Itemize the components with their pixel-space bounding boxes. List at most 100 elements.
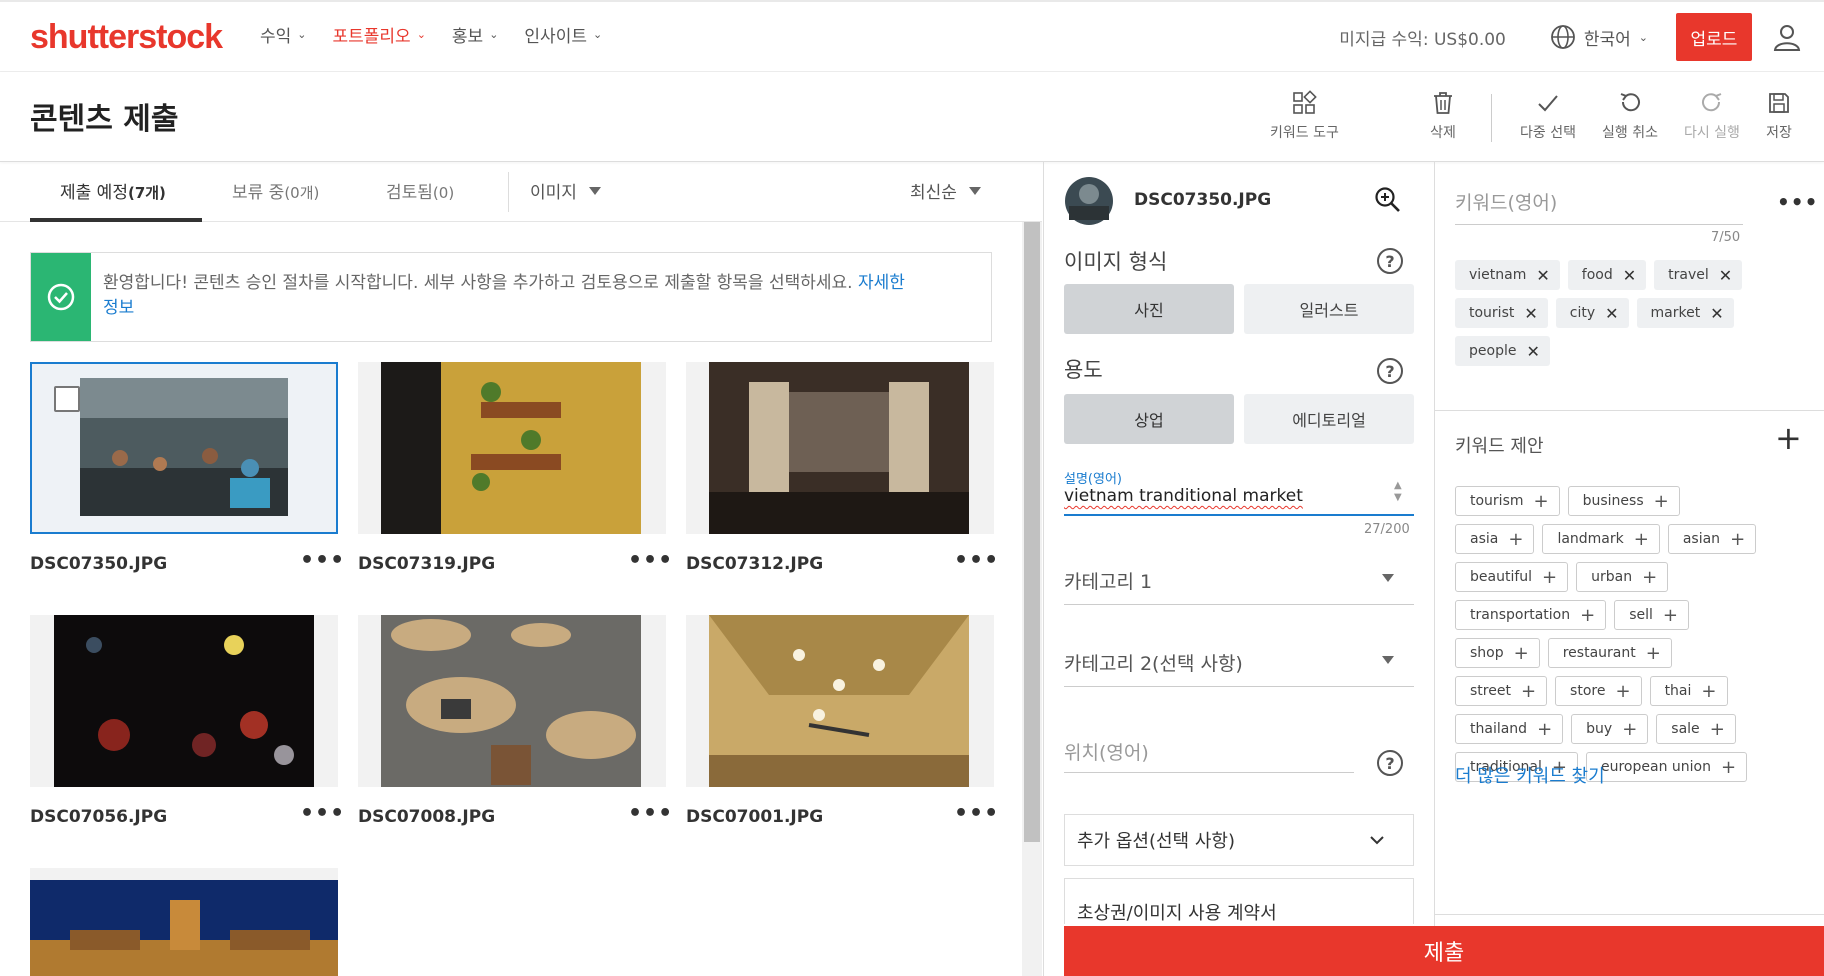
more-options-icon[interactable]: ••• [628, 801, 673, 826]
save-button[interactable]: 저장 [1766, 90, 1792, 142]
keywords-more-icon[interactable]: ••• [1777, 190, 1818, 214]
tab-reviewed-count: (0) [432, 184, 455, 202]
image-type-illustration-option[interactable]: 일러스트 [1244, 284, 1414, 334]
undo-button[interactable]: 실행 취소 [1602, 90, 1658, 142]
description-input[interactable]: vietnam tranditional market [1064, 486, 1384, 506]
keyword-chip[interactable]: people ✕ [1455, 336, 1550, 366]
submit-button[interactable]: 제출 [1064, 926, 1824, 976]
thumbnail-card[interactable] [30, 615, 338, 787]
delete-button[interactable]: 삭제 [1430, 90, 1456, 142]
main-nav: 수익 ⌄ 포트폴리오 ⌄ 홍보 ⌄ 인사이트 ⌄ [260, 22, 602, 47]
shutterstock-logo[interactable]: shutterstock [30, 18, 223, 57]
remove-icon[interactable]: ✕ [1526, 342, 1539, 361]
more-options-icon[interactable]: ••• [300, 548, 345, 573]
suggestion-chip[interactable]: asian + [1667, 524, 1757, 554]
zoom-in-icon[interactable] [1374, 186, 1402, 214]
keyword-chip[interactable]: travel ✕ [1654, 260, 1743, 290]
suggestion-chip[interactable]: restaurant + [1547, 638, 1672, 668]
help-icon[interactable]: ? [1377, 358, 1403, 384]
category2-dropdown[interactable]: 카테고리 2(선택 사항) [1064, 649, 1243, 676]
multi-select-label: 다중 선택 [1520, 125, 1576, 141]
extra-options-accordion[interactable]: 추가 옵션(선택 사항) [1064, 814, 1414, 866]
more-options-icon[interactable]: ••• [954, 801, 999, 826]
add-icon: + [1720, 756, 1737, 778]
suggestion-chip[interactable]: beautiful + [1455, 562, 1569, 592]
media-type-filter[interactable]: 이미지 [530, 178, 601, 203]
remove-icon[interactable]: ✕ [1710, 304, 1723, 323]
suggestion-chip[interactable]: store + [1555, 676, 1642, 706]
add-icon[interactable]: + [1775, 422, 1802, 454]
suggestion-chip[interactable]: thailand + [1455, 714, 1564, 744]
caret-down-icon [1382, 656, 1394, 664]
more-options-icon[interactable]: ••• [954, 548, 999, 573]
suggestion-chip[interactable]: shop + [1455, 638, 1540, 668]
sort-label: 최신순 [910, 183, 957, 203]
keyword-chip[interactable]: food ✕ [1567, 260, 1647, 290]
suggestion-chip[interactable]: asia + [1455, 524, 1535, 554]
usage-editorial-option[interactable]: 에디토리얼 [1244, 394, 1414, 444]
location-input[interactable]: 위치(영어) [1064, 738, 1149, 765]
upload-button[interactable]: 업로드 [1676, 13, 1752, 61]
thumbnail-card-selected[interactable] [30, 362, 338, 534]
keywords-input[interactable]: 키워드(영어) [1455, 188, 1557, 215]
suggestion-chip[interactable]: street + [1455, 676, 1548, 706]
suggestion-chip[interactable]: sale + [1656, 714, 1736, 744]
keyword-chip[interactable]: city ✕ [1555, 298, 1629, 328]
more-options-icon[interactable]: ••• [628, 548, 673, 573]
extra-options-label: 추가 옵션(선택 사항) [1077, 831, 1235, 852]
help-icon[interactable]: ? [1377, 750, 1403, 776]
tab-reviewed[interactable]: 검토됨(0) [386, 178, 454, 203]
select-checkbox[interactable] [54, 386, 80, 412]
usage-commercial-option[interactable]: 상업 [1064, 394, 1234, 444]
remove-icon[interactable]: ✕ [1605, 304, 1618, 323]
suggestion-chip-label: shop [1470, 645, 1504, 661]
sort-dropdown[interactable]: 최신순 [910, 178, 981, 203]
suggestion-chip[interactable]: tourism + [1455, 486, 1560, 516]
thumbnail-card[interactable] [686, 362, 994, 534]
thumbnail-card[interactable] [358, 362, 666, 534]
image-type-photo-option[interactable]: 사진 [1064, 284, 1234, 334]
description-stepper[interactable]: ▲ ▼ [1394, 480, 1402, 504]
remove-icon[interactable]: ✕ [1524, 304, 1537, 323]
scrollbar-thumb[interactable] [1024, 222, 1040, 842]
language-selector[interactable]: 한국어 ⌄ [1550, 24, 1648, 50]
remove-icon[interactable]: ✕ [1623, 266, 1636, 285]
thumbnail-card[interactable] [30, 868, 338, 976]
nav-earnings[interactable]: 수익 ⌄ [260, 22, 307, 47]
suggestion-chip[interactable]: buy + [1571, 714, 1649, 744]
suggestion-chip[interactable]: sell + [1614, 600, 1689, 630]
remove-icon[interactable]: ✕ [1536, 266, 1549, 285]
category1-dropdown[interactable]: 카테고리 1 [1064, 567, 1152, 594]
release-accordion[interactable]: 초상권/이미지 사용 계약서 [1064, 878, 1414, 924]
suggestion-chip[interactable]: transportation + [1455, 600, 1607, 630]
keyword-chip[interactable]: tourist ✕ [1455, 298, 1548, 328]
active-tab-indicator [30, 218, 202, 222]
help-icon[interactable]: ? [1377, 248, 1403, 274]
keyword-tool-button[interactable]: 키워드 도구 [1270, 90, 1339, 142]
nav-portfolio[interactable]: 포트폴리오 ⌄ [333, 22, 426, 47]
keyword-chip[interactable]: market ✕ [1636, 298, 1734, 328]
suggestion-chip[interactable]: business + [1567, 486, 1680, 516]
user-account-icon[interactable] [1772, 22, 1802, 52]
nav-insights[interactable]: 인사이트 ⌄ [524, 22, 602, 47]
suggestion-chip[interactable]: thai + [1649, 676, 1728, 706]
find-more-keywords-link[interactable]: 더 많은 키워드 찾기 [1455, 762, 1605, 788]
success-check-icon [31, 253, 91, 341]
thumbnail-card[interactable] [686, 615, 994, 787]
multi-select-button[interactable]: 다중 선택 [1520, 90, 1576, 142]
thumbnail-card[interactable] [358, 615, 666, 787]
suggestion-chip[interactable]: landmark + [1542, 524, 1660, 554]
tab-pending-label: 보류 중 [232, 183, 285, 203]
nav-promotion[interactable]: 홍보 ⌄ [452, 22, 499, 47]
redo-button[interactable]: 다시 실행 [1684, 90, 1740, 142]
tab-pending[interactable]: 보류 중(0개) [232, 178, 319, 203]
suggestion-chip[interactable]: european union + [1585, 752, 1748, 782]
suggestion-chip[interactable]: urban + [1576, 562, 1669, 592]
category1-underline [1064, 604, 1414, 605]
suggestion-chip-label: thai [1664, 683, 1692, 699]
more-options-icon[interactable]: ••• [300, 801, 345, 826]
suggestion-chip-label: landmark [1557, 531, 1624, 547]
remove-icon[interactable]: ✕ [1719, 266, 1732, 285]
tab-to-submit[interactable]: 제출 예정(7개) [60, 178, 166, 203]
keyword-chip[interactable]: vietnam ✕ [1455, 260, 1560, 290]
